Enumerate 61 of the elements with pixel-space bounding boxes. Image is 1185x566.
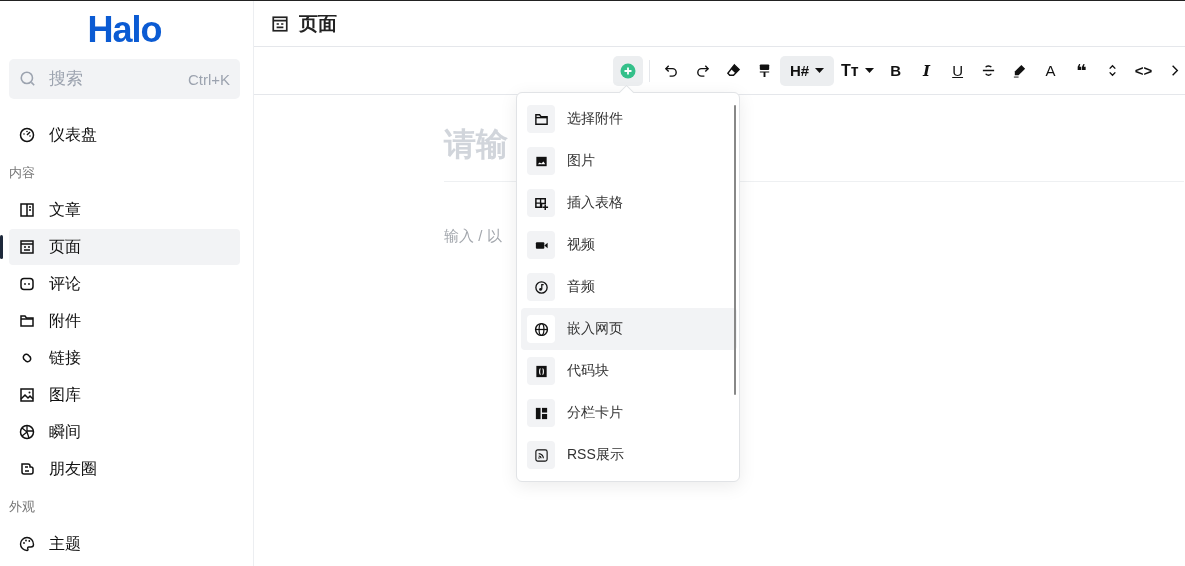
search-icon: [19, 70, 37, 88]
search-input[interactable]: 搜索: [47, 68, 178, 90]
menu-item[interactable]: 嵌入网页: [521, 308, 737, 350]
redo-icon: [694, 63, 710, 78]
heading-dropdown[interactable]: H#: [780, 55, 834, 86]
pen-icon: [1012, 63, 1028, 78]
sidebar-item[interactable]: 瞬间: [9, 414, 240, 450]
sidebar-item[interactable]: 仪表盘: [9, 117, 240, 153]
rss-icon: [533, 447, 549, 463]
sidebar-item[interactable]: 链接: [9, 340, 240, 376]
page-title: 页面: [299, 11, 337, 36]
sidebar-item[interactable]: 主题: [9, 526, 240, 562]
scrollbar[interactable]: [734, 105, 736, 395]
menu-item[interactable]: 音频: [521, 266, 737, 308]
quote-button[interactable]: ❝: [1066, 55, 1097, 86]
columns-icon: [533, 405, 549, 421]
music-note-icon: [533, 279, 549, 295]
sidebar-item[interactable]: 图库: [9, 377, 240, 413]
section-heading: 外观: [9, 498, 36, 516]
gauge-icon: [19, 127, 35, 143]
caret-icon: [864, 68, 874, 73]
palette-icon: [19, 536, 35, 552]
menu-item[interactable]: 代码块: [521, 350, 737, 392]
sidebar-item[interactable]: 页面: [9, 229, 240, 265]
code-button[interactable]: <>: [1128, 55, 1159, 86]
menu-item[interactable]: 选择附件: [521, 98, 737, 140]
folder-icon: [533, 111, 549, 127]
sidebar-item[interactable]: 附件: [9, 303, 240, 339]
plus-icon: [620, 62, 636, 79]
color-button[interactable]: A: [1035, 55, 1066, 86]
underline-button[interactable]: U: [942, 55, 973, 86]
logo: Halo: [86, 8, 163, 52]
globe-icon: [533, 321, 549, 337]
menu-item[interactable]: 插入表格: [521, 182, 737, 224]
aperture-icon: [19, 424, 35, 440]
layout-icon: [19, 202, 35, 218]
strikethrough-icon: [981, 63, 997, 78]
italic-button[interactable]: I: [911, 55, 942, 86]
bold-button[interactable]: B: [880, 55, 911, 86]
eraser-icon: [725, 63, 741, 78]
section-heading: 内容: [9, 164, 36, 182]
menu-item[interactable]: 图片: [521, 140, 737, 182]
sidebar-item[interactable]: 朋友圈: [9, 451, 240, 487]
table-plus-icon: [533, 195, 549, 211]
caret-icon: [815, 68, 825, 73]
font-size-dropdown[interactable]: Tт: [835, 55, 880, 86]
image-icon: [19, 387, 35, 403]
blog-icon: [19, 461, 35, 477]
page-icon: [271, 14, 289, 33]
sidebar-item[interactable]: 评论: [9, 266, 240, 302]
menu-item[interactable]: 视频: [521, 224, 737, 266]
folder-icon: [19, 313, 35, 329]
menu-item[interactable]: 分栏卡片: [521, 392, 737, 434]
chat-icon: [19, 276, 35, 292]
active-indicator: [0, 235, 3, 259]
page-icon: [19, 239, 35, 255]
shortcut-hint: Ctrl+K: [187, 70, 230, 88]
sidebar-item[interactable]: 文章: [9, 192, 240, 228]
undo-icon: [663, 63, 679, 78]
code-block-icon: [533, 363, 549, 379]
menu-item[interactable]: RSS展示: [521, 434, 737, 476]
